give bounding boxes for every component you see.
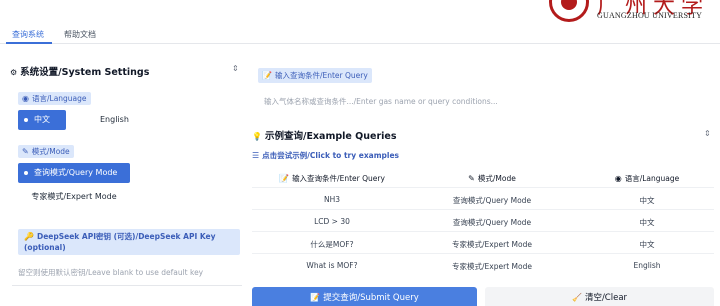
university-seal-icon: [549, 0, 589, 22]
table-row[interactable]: LCD > 30: [262, 217, 402, 226]
key-icon: 🔑: [24, 232, 34, 241]
table-row[interactable]: 中文: [582, 239, 712, 250]
radio-dot-icon: [24, 170, 28, 175]
row-divider: [252, 231, 714, 232]
table-row[interactable]: 查询模式/Query Mode: [412, 195, 572, 206]
collapse-toggle-icon[interactable]: ⇕: [232, 64, 239, 73]
examples-collapse-icon[interactable]: ⇕: [704, 129, 711, 138]
gear-icon: ⚙: [10, 68, 18, 77]
table-row[interactable]: NH3: [262, 195, 402, 204]
table-row[interactable]: 专家模式/Expert Mode: [412, 261, 572, 272]
api-key-input[interactable]: 留空则使用默认密钥/Leave blank to use default key: [18, 267, 203, 278]
table-row[interactable]: 专家模式/Expert Mode: [412, 239, 572, 250]
tab-help-docs[interactable]: 帮助文档: [64, 29, 96, 40]
table-row[interactable]: 查询模式/Query Mode: [412, 217, 572, 228]
table-row[interactable]: English: [582, 261, 712, 270]
clear-button[interactable]: 🧹 清空/Clear: [485, 287, 714, 306]
mode-radio-group-query: 查询模式/Query Mode: [18, 163, 234, 183]
language-radio-group: 中文 English: [18, 110, 234, 130]
header-query: 📝 输入查询条件/Enter Query: [279, 174, 385, 183]
radio-dot-icon: [24, 117, 28, 122]
tab-query-system[interactable]: 查询系统: [12, 29, 44, 40]
table-row[interactable]: 什么是MOF?: [262, 239, 402, 250]
lightbulb-icon: 💡: [252, 132, 262, 141]
mode-radio-group-expert: 专家模式/Expert Mode: [18, 187, 234, 207]
tab-bar: 查询系统 帮助文档: [0, 26, 720, 44]
examples-title[interactable]: 💡 示例查询/Example Queries: [252, 128, 397, 142]
header-mode: ✎ 模式/Mode: [468, 174, 516, 183]
document-edit-icon: 📝: [262, 71, 272, 80]
globe-icon: ◉: [614, 174, 622, 183]
broom-icon: 🧹: [571, 293, 582, 302]
examples-hint: ☰ 点击尝试示例/Click to try examples: [252, 151, 400, 160]
table-row[interactable]: 中文: [582, 217, 712, 228]
pencil-icon: ✎: [468, 174, 475, 183]
table-row[interactable]: 中文: [582, 195, 712, 206]
api-key-label: 🔑 DeepSeek API密钥 (可选)/DeepSeek API Key (o…: [18, 229, 240, 255]
header-language: ◉ 语言/Language: [614, 174, 680, 183]
query-input-block: 📝 输入查询条件/Enter Query 输入气体名称或查询条件.../Enter…: [252, 55, 714, 115]
settings-panel: ⚙ 系统设置/System Settings ⇕ ◉ 语言/Language 中文 …: [6, 55, 244, 306]
table-row[interactable]: What is MOF?: [262, 261, 402, 270]
university-logo: 广州大学 GUANGZHOU UNIVERSITY: [545, 0, 720, 26]
settings-title[interactable]: ⚙ 系统设置/System Settings: [10, 64, 149, 78]
active-tab-indicator: [6, 42, 52, 44]
row-divider: [252, 209, 714, 210]
mode-label: ✎ 模式/Mode: [18, 145, 74, 158]
list-icon: ☰: [252, 151, 260, 160]
document-edit-icon: 📝: [279, 174, 290, 183]
language-option-english[interactable]: English: [94, 110, 135, 130]
query-input[interactable]: 输入气体名称或查询条件.../Enter gas name or query c…: [264, 96, 498, 107]
logo-english-text: GUANGZHOU UNIVERSITY: [597, 11, 703, 20]
globe-icon: ◉: [22, 94, 29, 103]
query-panel: 📝 输入查询条件/Enter Query 输入气体名称或查询条件.../Enter…: [252, 55, 714, 306]
query-label: 📝 输入查询条件/Enter Query: [258, 68, 372, 83]
mode-option-expert[interactable]: 专家模式/Expert Mode: [18, 187, 130, 207]
header-divider: [252, 187, 714, 188]
api-key-underline: [12, 285, 242, 286]
language-option-chinese[interactable]: 中文: [18, 110, 66, 130]
document-edit-icon: 📝: [310, 293, 321, 302]
pencil-icon: ✎: [22, 147, 29, 156]
row-divider: [252, 253, 714, 254]
language-label: ◉ 语言/Language: [18, 92, 91, 105]
mode-option-query[interactable]: 查询模式/Query Mode: [18, 163, 130, 183]
submit-query-button[interactable]: 📝 提交查询/Submit Query: [252, 287, 477, 306]
